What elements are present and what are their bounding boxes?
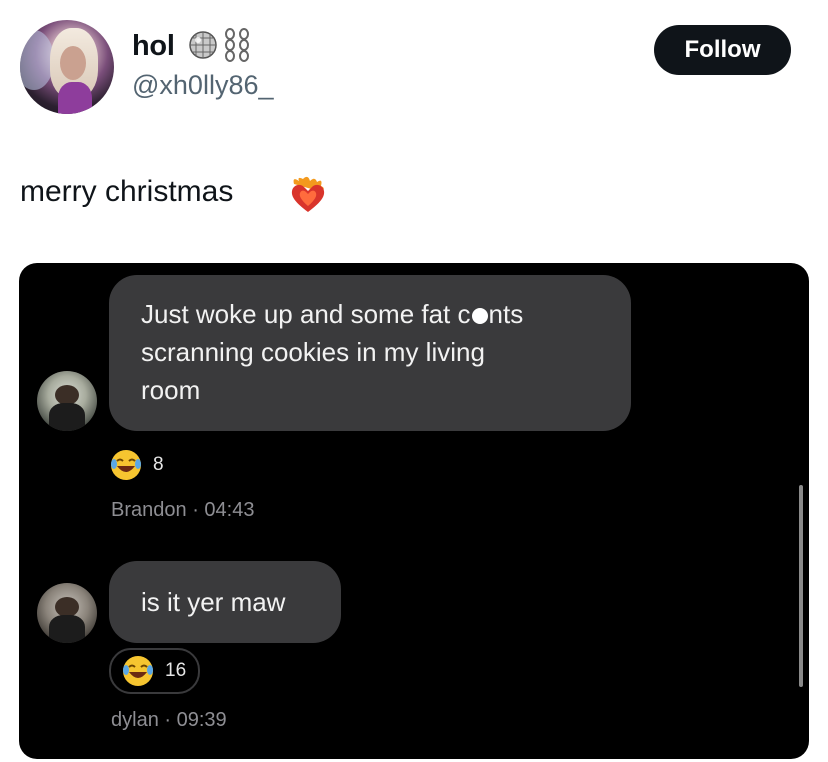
reaction-count: 8 bbox=[153, 454, 164, 475]
sender-avatar bbox=[37, 583, 97, 643]
tweet-text: merry christmas bbox=[20, 175, 234, 208]
message-meta: Brandon · 04:43 bbox=[111, 499, 254, 522]
message-time: · 04:43 bbox=[192, 499, 255, 521]
laughing-emoji-icon bbox=[123, 656, 153, 686]
heart-on-fire-icon bbox=[291, 176, 325, 212]
sender-avatar bbox=[37, 371, 97, 431]
message-text: nts bbox=[488, 299, 524, 329]
censor-dot bbox=[471, 308, 488, 324]
message-text: is it yer maw bbox=[141, 587, 286, 617]
handle[interactable]: @xh0lly86_ bbox=[132, 70, 274, 101]
message-text: Just woke up and some fat c bbox=[141, 299, 471, 329]
chains-icon bbox=[225, 28, 249, 62]
reaction-count: 16 bbox=[165, 660, 187, 681]
reaction: 16 bbox=[109, 648, 201, 694]
reaction: 8 bbox=[109, 445, 164, 485]
follow-button[interactable]: Follow bbox=[654, 25, 791, 75]
message-meta: dylan · 09:39 bbox=[111, 709, 227, 732]
message-time: · 09:39 bbox=[164, 709, 227, 731]
embedded-chat-screenshot: Just woke up and some fat c nts scranning… bbox=[19, 263, 809, 759]
sender-name: dylan bbox=[111, 709, 159, 731]
profile-avatar[interactable] bbox=[20, 20, 114, 114]
disco-ball-icon bbox=[189, 31, 217, 59]
laughing-emoji-icon bbox=[111, 450, 141, 480]
message-text: scranning cookies in my living bbox=[141, 337, 485, 367]
display-name[interactable]: hol bbox=[132, 30, 175, 63]
sender-name: Brandon bbox=[111, 499, 187, 521]
message-text: room bbox=[141, 375, 201, 405]
message-bubble: Just woke up and some fat c nts scranning… bbox=[109, 275, 631, 431]
scrollbar bbox=[799, 485, 803, 687]
message-bubble: is it yer maw bbox=[109, 561, 341, 643]
